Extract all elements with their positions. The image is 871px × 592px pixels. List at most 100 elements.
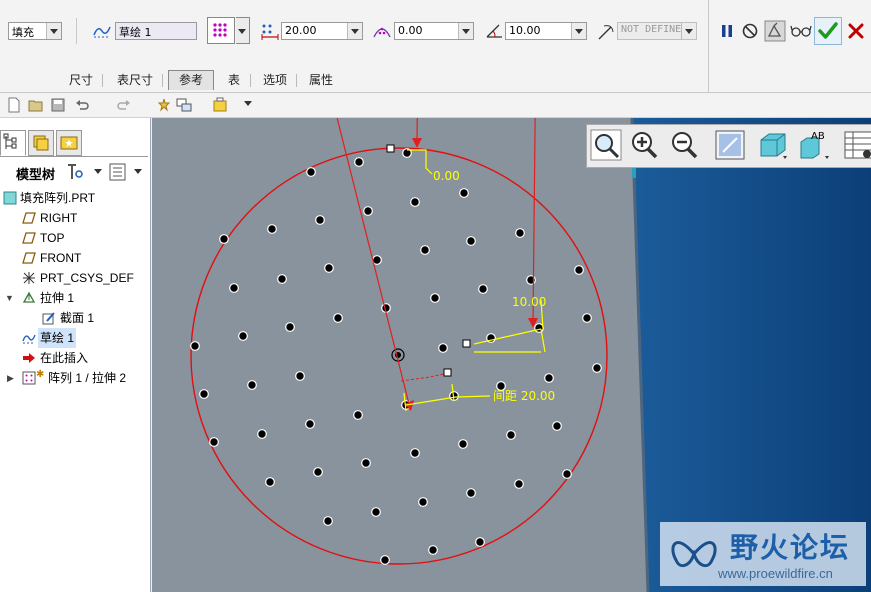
glasses-preview-icon[interactable] (790, 22, 812, 40)
spacing-drag-handle[interactable] (443, 368, 452, 377)
pattern-member-point[interactable] (295, 371, 305, 381)
chevron-down-icon[interactable] (571, 23, 586, 39)
pattern-member-point[interactable] (562, 469, 572, 479)
no-preview-icon[interactable] (741, 22, 759, 40)
redo-icon[interactable] (116, 97, 132, 113)
close-window-icon[interactable] (212, 97, 228, 113)
pattern-member-point[interactable] (353, 410, 363, 420)
tab-options[interactable]: 选项 (254, 70, 297, 90)
pattern-member-point[interactable] (410, 448, 420, 458)
tree-item-sketch-1[interactable]: 草绘 1 (0, 328, 148, 348)
pattern-member-point[interactable] (265, 477, 275, 487)
pattern-member-point[interactable] (430, 293, 440, 303)
pattern-member-point[interactable] (506, 430, 516, 440)
pattern-member-point[interactable] (574, 265, 584, 275)
tree-item-part[interactable]: 填充阵列.PRT (0, 188, 148, 208)
tab-table[interactable]: 表 (218, 70, 251, 90)
offset-drag-handle[interactable] (386, 144, 395, 153)
new-file-icon[interactable] (6, 97, 22, 113)
graphics-window[interactable]: 0.00 10.00 间距 20.00 (152, 118, 871, 592)
cancel-icon[interactable] (847, 22, 865, 40)
spacing-dimension-label[interactable]: 间距 20.00 (493, 389, 555, 403)
pattern-member-point[interactable] (324, 263, 334, 273)
zoom-out-icon[interactable] (667, 128, 701, 162)
offset-dimension-label[interactable]: 0.00 (433, 169, 460, 183)
chevron-down-icon[interactable] (347, 23, 362, 39)
border-offset-input[interactable]: 0.00 (394, 22, 474, 40)
pattern-member-point[interactable] (371, 507, 381, 517)
pattern-member-point[interactable] (305, 419, 315, 429)
pattern-member-point[interactable] (190, 341, 200, 351)
tree-item-insert-here[interactable]: 在此插入 (0, 348, 148, 368)
undo-icon[interactable] (74, 97, 90, 113)
collapse-icon[interactable]: ▼ (5, 288, 14, 308)
tree-item-pattern-1[interactable]: ▶ ✱ 阵列 1 / 拉伸 2 (0, 368, 148, 388)
tab-favorites[interactable] (56, 130, 82, 156)
settings-icon[interactable] (64, 162, 86, 182)
pattern-member-point[interactable] (257, 429, 267, 439)
pattern-member-point[interactable] (466, 236, 476, 246)
pattern-member-point[interactable] (315, 215, 325, 225)
pattern-member-point[interactable] (458, 439, 468, 449)
tab-dimensions[interactable]: 尺寸 (60, 70, 103, 90)
tree-item-csys[interactable]: PRT_CSYS_DEF (0, 268, 148, 288)
save-icon[interactable] (50, 97, 66, 113)
pattern-member-point[interactable] (267, 224, 277, 234)
pattern-member-point[interactable] (219, 234, 229, 244)
tree-item-front[interactable]: FRONT (0, 248, 148, 268)
tab-model-tree[interactable] (0, 130, 26, 156)
spacing-input[interactable]: 20.00 (281, 22, 363, 40)
pattern-member-point[interactable] (380, 555, 390, 565)
pattern-member-point[interactable] (478, 284, 488, 294)
pattern-member-point[interactable] (514, 479, 524, 489)
pattern-member-point[interactable] (363, 206, 373, 216)
pause-icon[interactable] (718, 22, 736, 40)
pattern-member-point[interactable] (323, 516, 333, 526)
repaint-icon[interactable] (713, 128, 747, 162)
chevron-down-icon[interactable] (94, 169, 102, 174)
pattern-member-point[interactable] (313, 467, 323, 477)
refit-icon[interactable] (589, 128, 623, 162)
chevron-down-icon[interactable] (134, 169, 142, 174)
rotation-input[interactable]: 10.00 (505, 22, 587, 40)
pattern-member-point[interactable] (534, 323, 544, 333)
tree-item-top[interactable]: TOP (0, 228, 148, 248)
tab-references[interactable]: 参考 (168, 70, 214, 90)
tree-item-section-1[interactable]: 截面 1 (0, 308, 148, 328)
pattern-member-point[interactable] (420, 245, 430, 255)
pattern-member-point[interactable] (438, 343, 448, 353)
pattern-member-point[interactable] (459, 188, 469, 198)
rotation-dimension-label[interactable]: 10.00 (512, 295, 546, 309)
fill-type-select[interactable]: 填充 (8, 22, 62, 40)
pattern-member-point[interactable] (229, 283, 239, 293)
report-table-icon[interactable] (841, 128, 871, 162)
pattern-shape-dropdown[interactable] (236, 17, 250, 44)
pattern-member-point[interactable] (592, 363, 602, 373)
pattern-member-point[interactable] (428, 545, 438, 555)
pattern-member-point[interactable] (238, 331, 248, 341)
pattern-member-point[interactable] (515, 228, 525, 238)
pattern-member-point[interactable] (209, 437, 219, 447)
pattern-member-point[interactable] (582, 313, 592, 323)
pattern-shape-button[interactable] (207, 17, 235, 44)
display-style-icon[interactable] (755, 128, 789, 162)
geometry-preview-icon[interactable] (764, 20, 786, 42)
show-list-icon[interactable] (108, 162, 128, 182)
pattern-member-point[interactable] (475, 537, 485, 547)
saved-views-icon[interactable]: AB (797, 128, 831, 162)
pattern-member-point[interactable] (544, 373, 554, 383)
zoom-in-icon[interactable] (627, 128, 661, 162)
pattern-member-point[interactable] (418, 497, 428, 507)
tab-layers[interactable] (28, 130, 54, 156)
rotation-drag-handle[interactable] (462, 339, 471, 348)
tab-properties[interactable]: 属性 (300, 70, 342, 90)
sketch-canvas[interactable]: 0.00 10.00 间距 20.00 (152, 118, 871, 592)
chevron-down-icon[interactable] (244, 101, 252, 106)
pattern-member-point[interactable] (552, 421, 562, 431)
open-folder-icon[interactable] (28, 97, 44, 113)
regenerate-icon[interactable] (156, 97, 172, 113)
windows-icon[interactable] (176, 97, 192, 113)
chevron-down-icon[interactable] (46, 23, 61, 39)
pattern-member-point[interactable] (285, 322, 295, 332)
pattern-member-point[interactable] (247, 380, 257, 390)
